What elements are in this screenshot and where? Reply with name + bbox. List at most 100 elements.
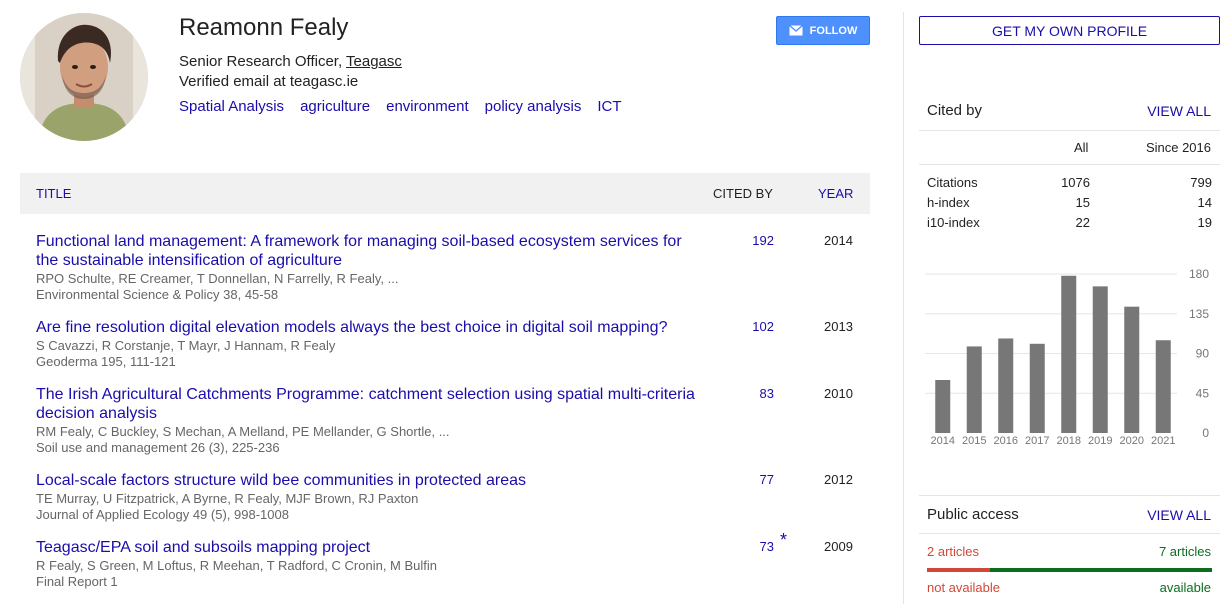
sort-by-year[interactable]: YEAR — [818, 186, 853, 201]
profile-name: Reamonn Fealy — [179, 14, 349, 41]
stat-all: 1076 — [1061, 175, 1090, 190]
follow-label: FOLLOW — [809, 24, 858, 37]
merged-citations-star: * — [780, 530, 788, 550]
follow-button[interactable]: FOLLOW — [776, 16, 870, 45]
article-row: Are fine resolution digital elevation mo… — [36, 318, 870, 370]
position-text: Senior Research Officer, — [179, 53, 347, 70]
article-title[interactable]: Are fine resolution digital elevation mo… — [36, 318, 706, 337]
public-access-heading: Public access — [927, 506, 1019, 523]
y-tick-label: 90 — [1196, 347, 1210, 361]
bar-2014 — [935, 380, 951, 433]
citations-bar-chart: 0 45 90 135 180 2014 2015 2016 2017 2018 2019 2020 2… — [925, 267, 1210, 447]
y-tick-label: 135 — [1189, 307, 1209, 321]
public-access-bar — [927, 568, 1212, 572]
divider — [919, 130, 1220, 131]
sort-by-cited[interactable]: CITED BY — [713, 186, 773, 201]
not-available-count[interactable]: 2 articles — [927, 544, 979, 559]
divider — [919, 495, 1220, 496]
article-row: Functional land management: A framework … — [36, 232, 870, 303]
cited-by-count[interactable]: 73 — [736, 539, 774, 554]
y-tick-label: 0 — [1202, 426, 1209, 440]
divider — [919, 533, 1220, 534]
not-available-label: not available — [927, 580, 1000, 595]
x-tick-label: 2020 — [1120, 435, 1144, 447]
x-tick-label: 2016 — [994, 435, 1018, 447]
article-venue: Journal of Applied Ecology 49 (5), 998-1… — [36, 507, 289, 522]
x-tick-label: 2019 — [1088, 435, 1112, 447]
interest-link[interactable]: ICT — [597, 98, 621, 115]
stat-row-i10-index: i10-index 22 19 — [927, 215, 1212, 233]
available-label: available — [1159, 580, 1211, 595]
cited-by-count[interactable]: 192 — [736, 233, 774, 248]
stat-row-citations: Citations 1076 799 — [927, 175, 1212, 193]
divider — [919, 164, 1220, 165]
stat-label: Citations — [927, 175, 978, 190]
article-title[interactable]: Teagasc/EPA soil and subsoils mapping pr… — [36, 538, 706, 557]
article-venue: Final Report 1 — [36, 574, 118, 589]
x-tick-label: 2014 — [931, 435, 955, 447]
article-year: 2009 — [824, 539, 853, 554]
profile-photo — [20, 13, 148, 141]
y-tick-label: 45 — [1196, 386, 1210, 400]
col-all-header: All — [1074, 140, 1089, 155]
column-divider — [903, 12, 904, 604]
cited-by-heading: Cited by — [927, 102, 983, 119]
article-year: 2014 — [824, 233, 853, 248]
stat-since: 799 — [1190, 175, 1212, 190]
articles-table-header: TITLE CITED BY YEAR — [20, 173, 870, 214]
article-year: 2010 — [824, 386, 853, 401]
y-tick-label: 180 — [1189, 267, 1209, 281]
institution-link[interactable]: Teagasc — [346, 53, 402, 70]
stat-since: 14 — [1197, 195, 1212, 210]
cited-by-count[interactable]: 102 — [736, 319, 774, 334]
article-year: 2012 — [824, 472, 853, 487]
article-authors: RM Fealy, C Buckley, S Mechan, A Melland… — [36, 424, 450, 439]
article-year: 2013 — [824, 319, 853, 334]
x-tick-label: 2017 — [1025, 435, 1049, 447]
article-row: The Irish Agricultural Catchments Progra… — [36, 385, 870, 456]
stat-label: h-index — [927, 195, 970, 210]
stat-all: 15 — [1075, 195, 1090, 210]
article-title[interactable]: The Irish Agricultural Catchments Progra… — [36, 385, 706, 423]
verified-email: Verified email at teagasc.ie — [179, 73, 359, 90]
article-row: Teagasc/EPA soil and subsoils mapping pr… — [36, 530, 870, 590]
avatar — [20, 13, 148, 141]
article-venue: Environmental Science & Policy 38, 45-58 — [36, 287, 279, 302]
cited-by-count[interactable]: 77 — [736, 472, 774, 487]
article-venue: Soil use and management 26 (3), 225-236 — [36, 440, 280, 455]
bar-2019 — [1092, 286, 1108, 433]
bar-2020 — [1124, 306, 1140, 433]
cited-by-count[interactable]: 83 — [736, 386, 774, 401]
available-count[interactable]: 7 articles — [1159, 544, 1211, 559]
article-venue: Geoderma 195, 111-121 — [36, 354, 176, 369]
bar-2016 — [998, 338, 1014, 433]
envelope-icon — [788, 25, 803, 36]
article-authors: RPO Schulte, RE Creamer, T Donnellan, N … — [36, 271, 399, 286]
x-tick-label: 2015 — [962, 435, 986, 447]
sort-by-title[interactable]: TITLE — [36, 186, 71, 201]
cited-by-view-all[interactable]: VIEW ALL — [1147, 103, 1211, 119]
stat-since: 19 — [1197, 215, 1212, 230]
bar-2017 — [1029, 343, 1045, 433]
not-available-fill — [927, 568, 991, 572]
article-title[interactable]: Functional land management: A framework … — [36, 232, 706, 270]
citations-chart: 0 45 90 135 180 2014 2015 2016 2017 2018 2019 2020 2… — [919, 262, 1220, 452]
bar-2021 — [1155, 340, 1171, 433]
article-row: Local-scale factors structure wild bee c… — [36, 471, 870, 523]
interest-link[interactable]: policy analysis — [485, 98, 582, 115]
affiliation: Senior Research Officer, Teagasc — [179, 53, 402, 70]
article-authors: S Cavazzi, R Corstanje, T Mayr, J Hannam… — [36, 338, 336, 353]
bar-2015 — [966, 346, 982, 433]
article-authors: TE Murray, U Fitzpatrick, A Byrne, R Fea… — [36, 491, 419, 506]
x-tick-label: 2018 — [1057, 435, 1081, 447]
stat-all: 22 — [1075, 215, 1090, 230]
interest-link[interactable]: agriculture — [300, 98, 370, 115]
bar-2018 — [1061, 275, 1077, 433]
interest-link[interactable]: environment — [386, 98, 469, 115]
get-my-own-profile-button[interactable]: GET MY OWN PROFILE — [919, 16, 1220, 45]
public-access-view-all[interactable]: VIEW ALL — [1147, 507, 1211, 523]
interest-link[interactable]: Spatial Analysis — [179, 98, 284, 115]
research-interests: Spatial Analysis agriculture environment… — [179, 98, 622, 115]
x-tick-label: 2021 — [1151, 435, 1175, 447]
article-title[interactable]: Local-scale factors structure wild bee c… — [36, 471, 706, 490]
